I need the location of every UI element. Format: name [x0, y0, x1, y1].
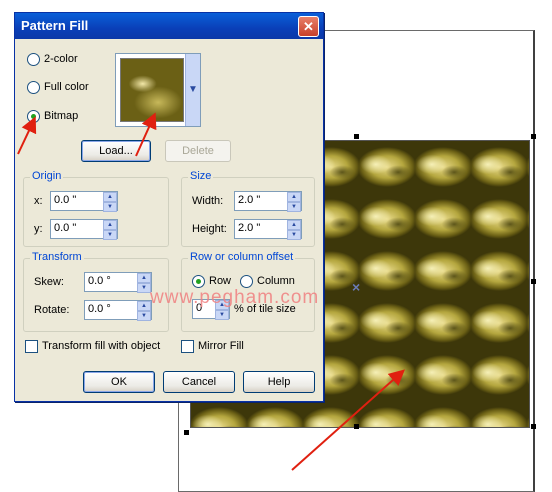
cancel-button[interactable]: Cancel: [163, 371, 235, 393]
spinner-arrows-icon[interactable]: ▲ ▼: [137, 273, 151, 293]
skew-value: 0.0 °: [88, 275, 111, 287]
width-value: 2.0 ": [238, 194, 261, 206]
selection-handle[interactable]: [531, 134, 536, 139]
rotate-field[interactable]: 0.0 ° ▲ ▼: [84, 300, 152, 321]
transform-group: Transform Skew: 0.0 ° ▲ ▼ Rotate: 0.0 ° ▲…: [23, 251, 169, 332]
radio-label: Column: [257, 275, 295, 287]
origin-group: Origin x: 0.0 " ▲ ▼ y: 0.0 " ▲ ▼: [23, 170, 169, 247]
transform-title: Transform: [30, 251, 84, 263]
center-mark: ×: [352, 279, 361, 295]
skew-label: Skew:: [34, 276, 64, 288]
checkbox-icon: [25, 339, 38, 353]
radio-icon: [27, 109, 40, 123]
radio-icon: [27, 80, 40, 94]
pattern-thumbnail: [120, 58, 184, 122]
radio-label: Full color: [44, 81, 89, 93]
width-label: Width:: [192, 195, 224, 207]
radio-2-color[interactable]: 2-color: [27, 51, 78, 67]
offset-title: Row or column offset: [188, 251, 296, 263]
mirror-fill-checkbox[interactable]: Mirror Fill: [181, 338, 244, 354]
pattern-preview-picker[interactable]: ▼: [115, 53, 201, 127]
checkbox-label: Transform fill with object: [42, 340, 161, 352]
selection-handle[interactable]: [354, 424, 359, 429]
radio-icon: [27, 52, 40, 66]
radio-icon: [240, 274, 253, 288]
radio-full-color[interactable]: Full color: [27, 79, 89, 95]
origin-title: Origin: [30, 170, 64, 182]
ok-button[interactable]: OK: [83, 371, 155, 393]
origin-y-field[interactable]: 0.0 " ▲ ▼: [50, 219, 118, 240]
watermark-text: www.pegham.com: [150, 287, 320, 308]
spinner-arrows-icon[interactable]: ▲ ▼: [103, 192, 117, 212]
skew-field[interactable]: 0.0 ° ▲ ▼: [84, 272, 152, 293]
radio-bitmap[interactable]: Bitmap: [27, 108, 78, 124]
spinner-arrows-icon[interactable]: ▲ ▼: [287, 220, 301, 240]
selection-handle[interactable]: [531, 424, 536, 429]
close-icon: ✕: [303, 19, 314, 34]
height-value: 2.0 ": [238, 222, 261, 234]
radio-icon: [192, 274, 205, 288]
chevron-down-icon[interactable]: ▼: [185, 54, 200, 126]
spinner-arrows-icon[interactable]: ▲ ▼: [287, 192, 301, 212]
checkbox-icon: [181, 339, 194, 353]
spinner-arrows-icon[interactable]: ▲ ▼: [103, 220, 117, 240]
width-field[interactable]: 2.0 " ▲ ▼: [234, 191, 302, 212]
checkbox-label: Mirror Fill: [198, 340, 244, 352]
close-button[interactable]: ✕: [298, 16, 319, 37]
origin-y-value: 0.0 ": [54, 222, 77, 234]
origin-x-value: 0.0 ": [54, 194, 77, 206]
origin-x-label: x:: [34, 195, 43, 207]
origin-y-label: y:: [34, 223, 43, 235]
selection-handle[interactable]: [531, 279, 536, 284]
height-field[interactable]: 2.0 " ▲ ▼: [234, 219, 302, 240]
help-button[interactable]: Help: [243, 371, 315, 393]
selection-handle[interactable]: [184, 430, 189, 435]
transform-fill-checkbox[interactable]: Transform fill with object: [25, 338, 160, 354]
rotate-label: Rotate:: [34, 304, 70, 316]
origin-x-field[interactable]: 0.0 " ▲ ▼: [50, 191, 118, 212]
dialog-titlebar[interactable]: Pattern Fill ✕: [15, 13, 323, 39]
load-button[interactable]: Load...: [81, 140, 151, 162]
radio-label: Bitmap: [44, 110, 79, 122]
rotate-value: 0.0 °: [88, 303, 111, 315]
size-group: Size Width: 2.0 " ▲ ▼ Height: 2.0 " ▲ ▼: [181, 170, 315, 247]
radio-label: 2-color: [44, 53, 78, 65]
selection-handle[interactable]: [354, 134, 359, 139]
dialog-title: Pattern Fill: [21, 18, 89, 33]
height-label: Height:: [192, 223, 227, 235]
pattern-fill-dialog: Pattern Fill ✕ 2-color Full color Bitmap…: [14, 12, 324, 402]
size-title: Size: [188, 170, 214, 182]
delete-button[interactable]: Delete: [165, 140, 231, 162]
spinner-arrows-icon[interactable]: ▲ ▼: [137, 301, 151, 321]
radio-label: Row: [209, 275, 232, 287]
